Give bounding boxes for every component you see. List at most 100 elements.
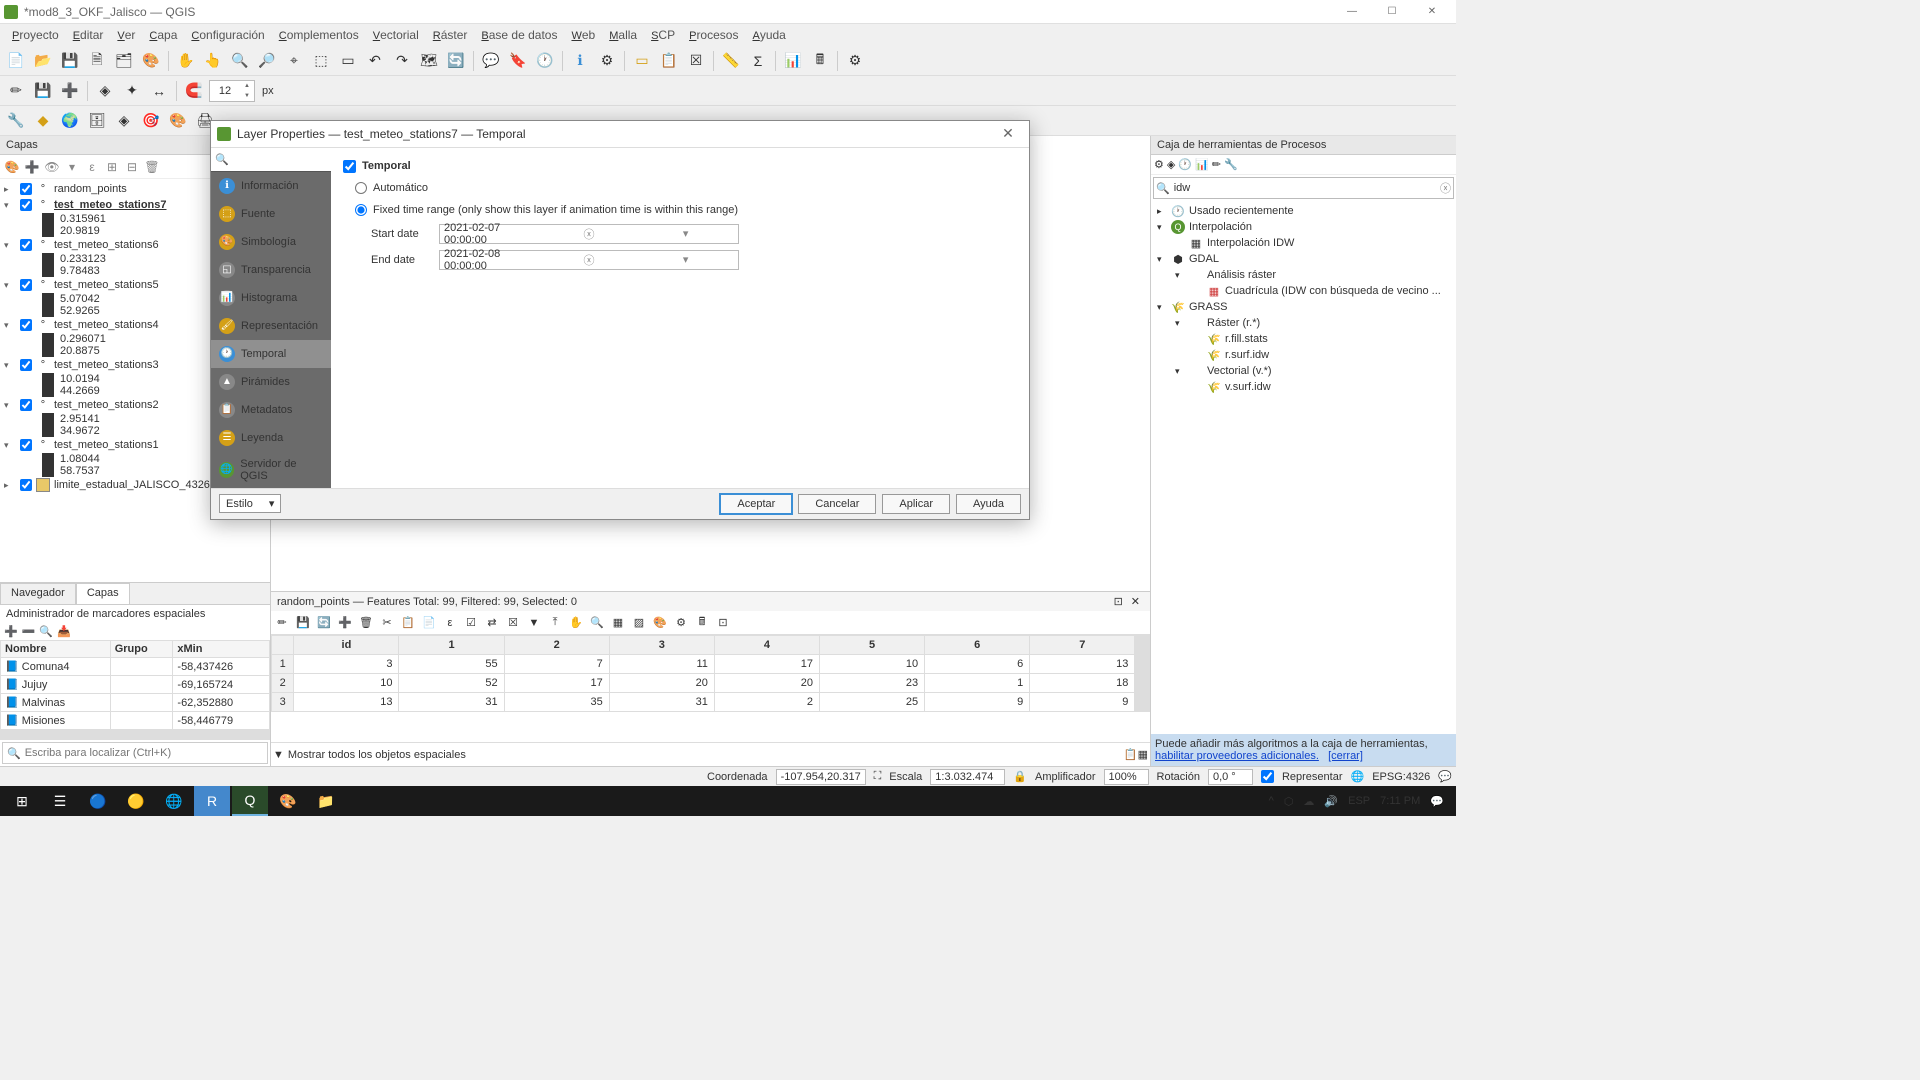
close-button[interactable]: ✕ xyxy=(1412,0,1452,24)
locator[interactable]: 🔍 xyxy=(2,742,268,764)
vertex-tool-icon[interactable]: ◈ xyxy=(93,79,117,103)
style-icon[interactable]: 🎨 xyxy=(166,109,190,133)
lock-icon[interactable]: 🔒 xyxy=(1013,770,1027,783)
model-icon[interactable]: ◈ xyxy=(1167,158,1175,171)
filter-legend-icon[interactable]: ▾ xyxy=(64,159,80,175)
style-combo[interactable]: Estilo▾ xyxy=(219,494,281,513)
menu-ayuda[interactable]: Ayuda xyxy=(746,26,791,44)
app2-icon[interactable]: 🟡 xyxy=(118,786,154,816)
sidebar-item-metadatos[interactable]: 📋Metadatos xyxy=(211,396,331,424)
menu-proyecto[interactable]: Proyecto xyxy=(6,26,65,44)
table-row[interactable]: 31331353122599 xyxy=(272,693,1150,712)
help-button[interactable]: Ayuda xyxy=(956,494,1021,514)
cut-icon[interactable]: ✂ xyxy=(378,614,396,632)
collapse-icon[interactable]: ⊟ xyxy=(124,159,140,175)
proc-tree-item[interactable]: 🌾r.surf.idw xyxy=(1153,347,1454,363)
deselect-all-icon[interactable]: ☒ xyxy=(504,614,522,632)
attr-grid[interactable]: id12345671355711171061321052172020231183… xyxy=(271,635,1150,742)
cancel-button[interactable]: Cancelar xyxy=(798,494,876,514)
sidebar-item-simbología[interactable]: 🎨Simbología xyxy=(211,228,331,256)
processing-tree[interactable]: ▸🕐Usado recientemente▾QInterpolación▦Int… xyxy=(1151,201,1456,734)
attr-close-icon[interactable]: ✕ xyxy=(1127,595,1144,608)
attr-table-icon[interactable]: 📊 xyxy=(781,49,805,73)
toolbox-icon[interactable]: ⚙ xyxy=(1154,158,1164,171)
add-group-icon[interactable]: ➕ xyxy=(24,159,40,175)
bookmarks-table[interactable]: NombreGrupoxMin📘 Comuna4-58,437426📘 Juju… xyxy=(0,640,270,730)
tab-capas[interactable]: Capas xyxy=(76,583,130,604)
proc-tree-item[interactable]: ▾QInterpolación xyxy=(1153,219,1454,235)
delete-field-icon[interactable]: ▨ xyxy=(630,614,648,632)
scale-value[interactable]: 1:3.032.474 xyxy=(930,769,1005,785)
proc-tree-item[interactable]: 🌾r.fill.stats xyxy=(1153,331,1454,347)
select-value-icon[interactable]: 📋 xyxy=(657,49,681,73)
expression-icon[interactable]: ε xyxy=(84,159,100,175)
zoom-out-icon[interactable]: 🔎 xyxy=(255,49,279,73)
cond-format-icon[interactable]: 🎨 xyxy=(651,614,669,632)
edit-icon[interactable]: ✏ xyxy=(273,614,291,632)
save-edits-icon[interactable]: 💾 xyxy=(294,614,312,632)
dialog-close-icon[interactable]: ✕ xyxy=(993,125,1023,142)
deselect-icon[interactable]: ☒ xyxy=(684,49,708,73)
toolbox-icon[interactable]: ⚙ xyxy=(843,49,867,73)
results-icon[interactable]: 📊 xyxy=(1195,158,1209,171)
db-icon[interactable]: 🗄 xyxy=(85,109,109,133)
stats-icon[interactable]: Σ xyxy=(746,49,770,73)
dialog-search[interactable]: 🔍 xyxy=(211,148,331,172)
temporal-icon[interactable]: 🕐 xyxy=(533,49,557,73)
menu-complementos[interactable]: Complementos xyxy=(273,26,365,44)
mag-value[interactable]: 100% xyxy=(1104,769,1149,785)
clear-search-icon[interactable]: ⓧ xyxy=(1440,180,1451,196)
maximize-button[interactable]: ☐ xyxy=(1372,0,1412,24)
zoom-sel-icon[interactable]: 🔍 xyxy=(588,614,606,632)
zoom-in-icon[interactable]: 🔍 xyxy=(228,49,252,73)
snap-tolerance[interactable]: ▲▼ xyxy=(209,80,255,102)
notifications-icon[interactable]: 💬 xyxy=(1430,795,1444,808)
spatial-icon[interactable]: 🎯 xyxy=(139,109,163,133)
render-check[interactable] xyxy=(1261,770,1274,783)
menu-editar[interactable]: Editar xyxy=(67,26,110,44)
expand-icon[interactable]: ⊞ xyxy=(104,159,120,175)
apply-button[interactable]: Aplicar xyxy=(882,494,950,514)
bookmark-row[interactable]: 📘 Malvinas-62,352880 xyxy=(1,694,270,712)
proc-tree-item[interactable]: ▦Cuadrícula (IDW con búsqueda de vecino … xyxy=(1153,283,1454,299)
clock[interactable]: 7:11 PM xyxy=(1380,795,1420,807)
layer-icon[interactable]: ◈ xyxy=(112,109,136,133)
menu-malla[interactable]: Malla xyxy=(603,26,643,44)
table-view-icon[interactable]: ▦ xyxy=(1138,748,1148,761)
temporal-check[interactable] xyxy=(343,160,356,173)
bookmark-row[interactable]: 📘 Misiones-58,446779 xyxy=(1,712,270,730)
menu-ráster[interactable]: Ráster xyxy=(427,26,474,44)
field-calc-icon[interactable]: 🖩 xyxy=(808,49,832,73)
move-tool-icon[interactable]: ↔ xyxy=(147,79,171,103)
menu-ver[interactable]: Ver xyxy=(111,26,141,44)
select-all-icon[interactable]: ☑ xyxy=(462,614,480,632)
new-layout-icon[interactable]: 🗎 xyxy=(85,49,109,73)
table-row[interactable]: 13557111710613 xyxy=(272,655,1150,674)
proc-tree-item[interactable]: ▾⬢GDAL xyxy=(1153,251,1454,267)
osm-icon[interactable]: 🌍 xyxy=(58,109,82,133)
proc-tree-item[interactable]: ▸🕐Usado recientemente xyxy=(1153,203,1454,219)
radio-auto[interactable] xyxy=(355,182,367,194)
menu-configuración[interactable]: Configuración xyxy=(185,26,270,44)
reload-icon[interactable]: 🔄 xyxy=(315,614,333,632)
new-map-view-icon[interactable]: 🗺 xyxy=(417,49,441,73)
clear-icon[interactable]: ⓧ xyxy=(541,252,638,268)
clear-icon[interactable]: ⓧ xyxy=(541,226,638,242)
chrome-icon[interactable]: 🌐 xyxy=(156,786,192,816)
zoom-bookmark-icon[interactable]: 🔍 xyxy=(39,625,53,638)
options-icon[interactable]: 🔧 xyxy=(1224,158,1238,171)
zoom-full-icon[interactable]: ⌖ xyxy=(282,49,306,73)
lang-indicator[interactable]: ESP xyxy=(1348,795,1370,807)
save-edits-icon[interactable]: 💾 xyxy=(31,79,55,103)
refresh-icon[interactable]: 🔄 xyxy=(444,49,468,73)
crs-value[interactable]: EPSG:4326 xyxy=(1372,771,1430,783)
dropdown-icon[interactable]: ▾ xyxy=(637,227,734,240)
identify-icon[interactable]: ℹ xyxy=(568,49,592,73)
sidebar-item-leyenda[interactable]: ☰Leyenda xyxy=(211,424,331,452)
select-expr-icon[interactable]: ε xyxy=(441,614,459,632)
map-tips-icon[interactable]: 💬 xyxy=(479,49,503,73)
menu-web[interactable]: Web xyxy=(565,26,601,44)
zoom-layer-icon[interactable]: ▭ xyxy=(336,49,360,73)
locator-input[interactable] xyxy=(25,747,263,759)
processing-search-input[interactable] xyxy=(1174,182,1440,194)
